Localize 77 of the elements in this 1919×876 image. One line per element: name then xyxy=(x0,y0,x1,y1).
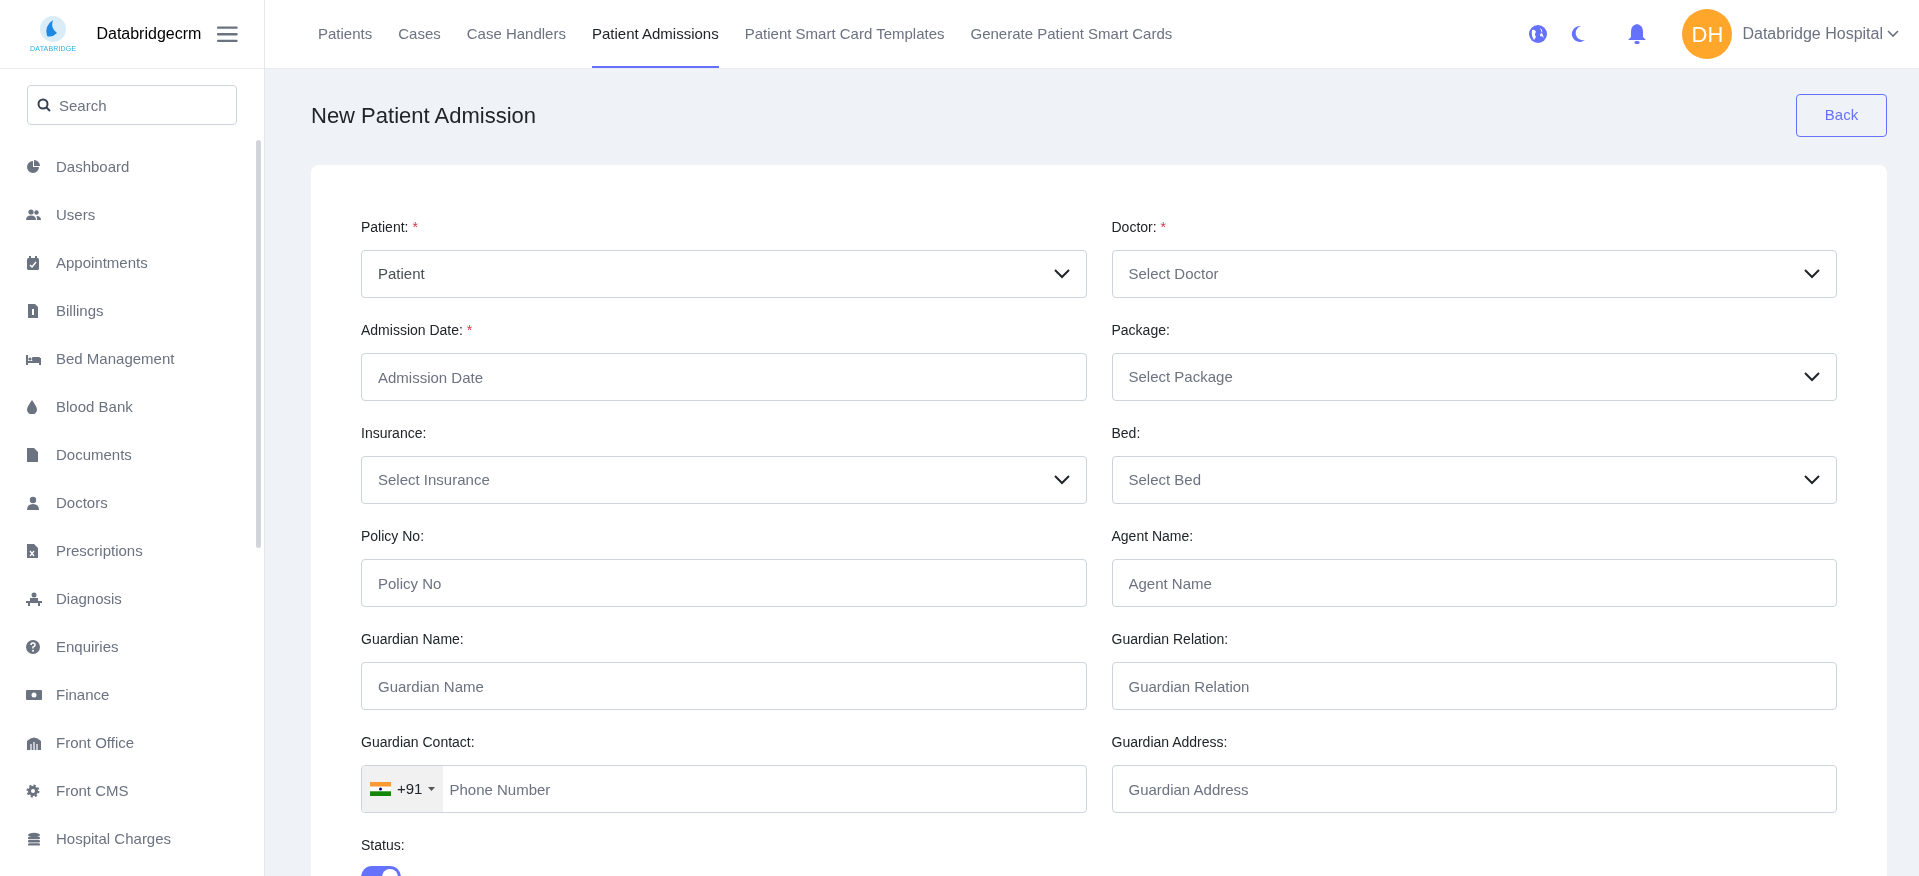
phone-number-input[interactable]: Phone Number xyxy=(443,766,1086,812)
nav-tab[interactable]: Cases xyxy=(398,0,441,68)
select-field[interactable]: Select Package xyxy=(1111,353,1837,401)
field-label: Bed: xyxy=(1111,424,1142,443)
input-field[interactable]: Agent Name xyxy=(1111,559,1837,607)
chevron-down-icon xyxy=(1053,475,1070,485)
user-menu[interactable]: Databridge Hospital xyxy=(1742,22,1899,46)
field-label: Guardian Contact: xyxy=(361,733,476,752)
field-label: Guardian Relation: xyxy=(1111,630,1230,649)
coins-icon xyxy=(26,832,42,846)
sidebar-item[interactable]: Front CMS xyxy=(26,767,264,815)
phone-field[interactable]: +91 Phone Number xyxy=(361,765,1087,813)
field-label: Doctor: * xyxy=(1111,218,1167,237)
input-field[interactable]: Guardian Address xyxy=(1111,765,1837,813)
flag-icon xyxy=(370,782,391,796)
bed-icon xyxy=(26,352,42,366)
input-field[interactable]: Admission Date xyxy=(361,353,1087,401)
sidebar-item[interactable]: Bed Management xyxy=(26,335,264,383)
search-field[interactable]: Search xyxy=(27,85,237,125)
settings-icon xyxy=(26,784,42,798)
chevron-down-icon xyxy=(1804,269,1820,279)
bell-icon[interactable] xyxy=(1627,23,1648,45)
sidebar-item[interactable]: Prescriptions xyxy=(26,527,264,575)
globe-icon[interactable] xyxy=(1528,24,1549,44)
select-field[interactable]: Select Insurance xyxy=(361,456,1087,504)
person-icon xyxy=(26,496,42,510)
users-icon xyxy=(26,208,42,222)
sidebar-item[interactable]: Documents xyxy=(26,431,264,479)
nav-tab[interactable]: Case Handlers xyxy=(466,0,566,68)
pie-chart-icon xyxy=(26,160,42,174)
sidebar-item[interactable]: Finance xyxy=(26,671,264,719)
sidebar-item[interactable]: Diagnosis xyxy=(26,575,264,623)
back-button[interactable]: Back xyxy=(1796,93,1887,137)
sidebar-item[interactable]: Billings xyxy=(26,287,264,335)
field-label: Status: xyxy=(361,836,406,855)
input-field[interactable]: Policy No xyxy=(361,559,1087,607)
menu-icon[interactable] xyxy=(217,25,238,43)
caret-icon xyxy=(428,787,436,791)
select-field[interactable]: Patient xyxy=(361,250,1087,298)
sidebar-item[interactable]: Enquiries xyxy=(26,623,264,671)
chevron-down-icon xyxy=(1804,475,1820,485)
nav-tab[interactable]: Patients xyxy=(318,0,373,68)
field-label: Guardian Name: xyxy=(361,630,465,649)
field-label: Policy No: xyxy=(361,527,426,546)
sidebar-item[interactable]: Blood Bank xyxy=(26,383,264,431)
calendar-icon xyxy=(26,256,42,270)
question-icon xyxy=(26,640,42,654)
chevron-down-icon xyxy=(1804,372,1820,382)
field-label: Package: xyxy=(1111,321,1171,340)
sidebar-item[interactable]: Appointments xyxy=(26,239,264,287)
select-field[interactable]: Select Bed xyxy=(1111,456,1837,504)
input-field[interactable]: Guardian Name xyxy=(361,662,1087,710)
input-field[interactable]: Guardian Relation xyxy=(1111,662,1837,710)
sidebar-item[interactable]: Front Office xyxy=(26,719,264,767)
sidebar-item[interactable]: Users xyxy=(26,191,264,239)
sidebar-item[interactable]: Doctors xyxy=(26,479,264,527)
field-label: Insurance: xyxy=(361,424,428,443)
search-icon xyxy=(37,98,51,112)
field-label: Agent Name: xyxy=(1111,527,1195,546)
building-icon xyxy=(26,736,42,750)
nav-tab[interactable]: Patient Admissions xyxy=(591,0,719,68)
field-label: Admission Date: * xyxy=(361,321,474,340)
sidebar-item[interactable]: Dashboard xyxy=(26,143,264,191)
field-label: Guardian Address: xyxy=(1111,733,1229,752)
sidebar-item[interactable]: Hospital Charges xyxy=(26,815,264,863)
banknote-icon xyxy=(26,688,42,702)
country-code-dropdown[interactable]: +91 xyxy=(362,766,444,812)
select-field[interactable]: Select Doctor xyxy=(1111,250,1837,298)
chevron-down-icon xyxy=(1053,269,1070,279)
chevron-down-icon xyxy=(1887,30,1899,38)
person-lying-icon xyxy=(26,592,42,606)
page-title: New Patient Admission xyxy=(311,101,536,130)
nav-tab[interactable]: Patient Smart Card Templates xyxy=(744,0,945,68)
nav-tab[interactable]: Generate Patient Smart Cards xyxy=(970,0,1173,68)
brand-name: Databridgecrm xyxy=(96,24,202,44)
moon-icon[interactable] xyxy=(1570,25,1587,43)
field-label: Patient: * xyxy=(361,218,419,237)
